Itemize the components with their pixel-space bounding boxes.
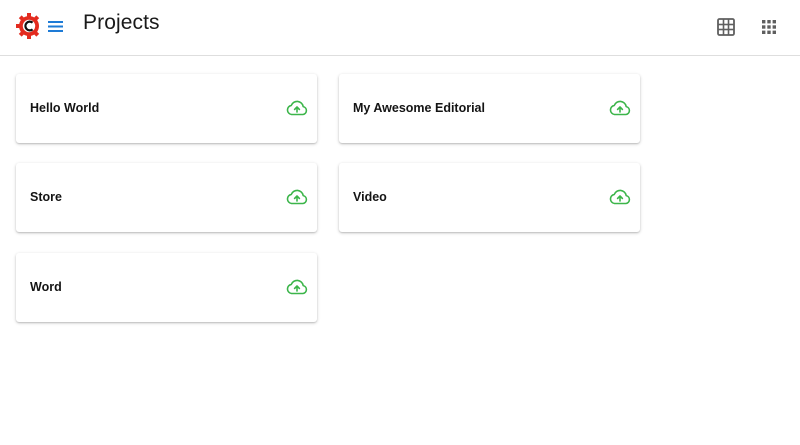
project-name: Video — [353, 190, 387, 204]
apps-grid-icon[interactable] — [759, 17, 779, 37]
hamburger-menu-icon[interactable] — [46, 16, 66, 36]
c-gear-logo-icon[interactable] — [16, 11, 42, 41]
project-card[interactable]: Word — [16, 253, 317, 322]
cloud-upload-icon[interactable] — [286, 188, 308, 206]
project-card[interactable]: Store — [16, 163, 317, 232]
project-name: Store — [30, 190, 62, 204]
project-name: Hello World — [30, 101, 100, 115]
project-card[interactable]: Video — [339, 163, 640, 232]
page-title: Projects — [83, 11, 160, 34]
cloud-upload-icon[interactable] — [609, 188, 631, 206]
project-card[interactable]: My Awesome Editorial — [339, 74, 640, 143]
cloud-upload-icon[interactable] — [286, 278, 308, 296]
project-name: My Awesome Editorial — [353, 101, 485, 115]
top-app-bar: Projects — [0, 0, 800, 56]
project-name: Word — [30, 280, 62, 294]
project-card[interactable]: Hello World — [16, 74, 317, 143]
table-view-icon[interactable] — [716, 17, 736, 37]
cloud-upload-icon[interactable] — [609, 99, 631, 117]
cloud-upload-icon[interactable] — [286, 99, 308, 117]
